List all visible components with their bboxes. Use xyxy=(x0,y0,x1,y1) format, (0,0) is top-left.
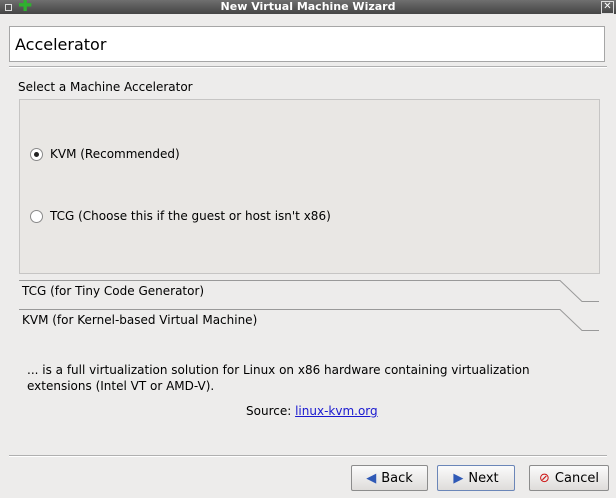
page-header: Accelerator xyxy=(9,26,605,62)
add-icon: ✚ xyxy=(18,0,33,16)
tab-tcg[interactable]: TCG (for Tiny Code Generator) xyxy=(19,280,599,308)
radio-button-tcg[interactable] xyxy=(30,209,43,223)
radio-label-kvm: KVM (Recommended) xyxy=(50,147,180,161)
description-text: ... is a full virtualization solution fo… xyxy=(27,363,530,393)
tab-kvm-label: KVM (for Kernel-based Virtual Machine) xyxy=(22,313,258,327)
cancel-button[interactable]: ⊘ Cancel xyxy=(529,465,609,491)
next-button-label: Next xyxy=(468,470,499,486)
accelerator-group xyxy=(19,99,600,274)
window-menu-icon[interactable] xyxy=(5,4,12,11)
back-button-label: Back xyxy=(381,470,413,486)
next-button[interactable]: ▶ Next xyxy=(437,465,515,491)
divider xyxy=(9,66,607,68)
group-label: Select a Machine Accelerator xyxy=(18,80,193,94)
radio-button-kvm[interactable] xyxy=(30,147,43,161)
page-title: Accelerator xyxy=(15,35,107,54)
tab-tcg-label: TCG (for Tiny Code Generator) xyxy=(22,284,205,298)
radio-option-kvm[interactable]: KVM (Recommended) xyxy=(30,147,180,161)
back-arrow-icon: ◀ xyxy=(366,470,377,486)
tab-kvm[interactable]: KVM (for Kernel-based Virtual Machine) xyxy=(19,309,599,337)
radio-option-tcg[interactable]: TCG (Choose this if the guest or host is… xyxy=(30,209,331,223)
source-line: Source: linux-kvm.org xyxy=(246,404,378,418)
cancel-icon: ⊘ xyxy=(539,470,550,486)
close-icon[interactable]: ✕ xyxy=(601,1,614,14)
title-bar: ✚ New Virtual Machine Wizard ✕ xyxy=(0,0,616,16)
back-button[interactable]: ◀ Back xyxy=(351,465,428,491)
source-link[interactable]: linux-kvm.org xyxy=(295,404,378,418)
cancel-button-label: Cancel xyxy=(554,470,599,486)
window-title: New Virtual Machine Wizard xyxy=(220,0,396,13)
source-prefix: Source: xyxy=(246,404,292,418)
divider-bottom xyxy=(9,455,607,457)
next-arrow-icon: ▶ xyxy=(453,470,464,486)
radio-label-tcg: TCG (Choose this if the guest or host is… xyxy=(50,209,331,223)
